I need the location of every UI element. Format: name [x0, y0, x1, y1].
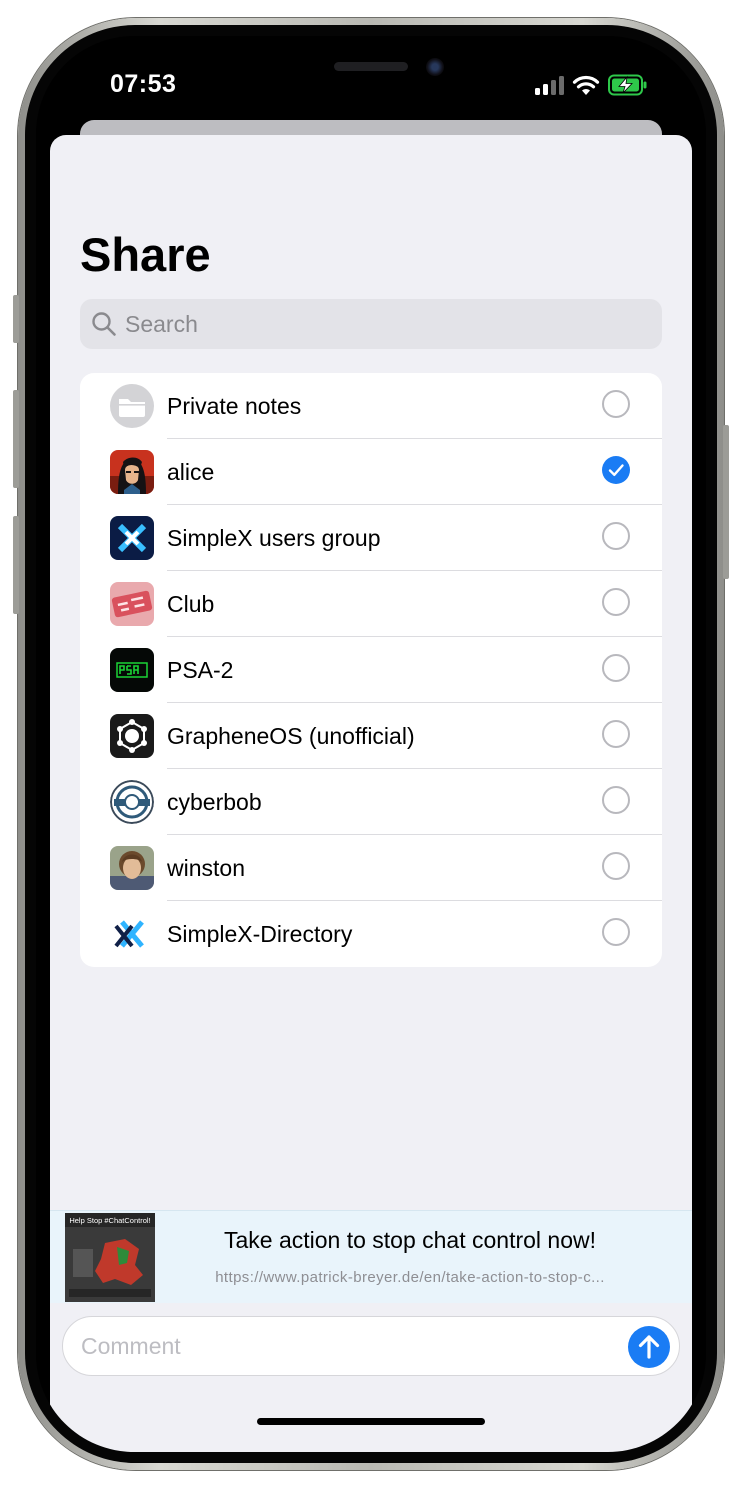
status-time: 07:53 — [110, 70, 177, 98]
list-item-label: winston — [167, 855, 245, 881]
select-radio[interactable] — [602, 588, 630, 616]
list-item-label: SimpleX-Directory — [167, 921, 353, 947]
screen: 07:53 Share Search Private notes alice S… — [36, 36, 706, 1452]
home-indicator[interactable] — [257, 1418, 485, 1425]
checkmark-icon — [608, 464, 624, 476]
wifi-icon — [572, 75, 600, 95]
simplex-directory-avatar — [110, 912, 154, 956]
chat-list: Private notes alice SimpleX users group … — [80, 373, 662, 967]
simplex-group-avatar — [110, 516, 154, 560]
list-item-simplex-users-group[interactable]: SimpleX users group — [80, 505, 662, 571]
volume-down-button — [13, 516, 19, 614]
comment-bar — [62, 1316, 680, 1376]
select-radio[interactable] — [602, 786, 630, 814]
search-icon — [92, 312, 116, 336]
list-item-private-notes[interactable]: Private notes — [80, 373, 662, 439]
select-radio[interactable] — [602, 654, 630, 682]
comment-input[interactable] — [81, 1331, 601, 1361]
battery-charging-icon — [608, 74, 647, 96]
winston-avatar — [110, 846, 154, 890]
power-button — [723, 425, 729, 579]
select-radio[interactable] — [602, 522, 630, 550]
mute-switch — [13, 295, 19, 343]
status-icons — [534, 74, 648, 96]
list-item-label: GrapheneOS (unofficial) — [167, 723, 415, 749]
send-button[interactable] — [628, 1326, 670, 1368]
front-camera — [426, 58, 444, 76]
link-preview-url[interactable]: https://www.patrick-breyer.de/en/take-ac… — [180, 1269, 640, 1286]
list-item-label: Club — [167, 591, 215, 617]
list-item-grapheneos[interactable]: GrapheneOS (unofficial) — [80, 703, 662, 769]
search-input[interactable] — [125, 310, 645, 338]
psa-avatar — [110, 648, 154, 692]
alice-avatar — [110, 450, 154, 494]
link-preview-title: Take action to stop chat control now! — [223, 1227, 597, 1253]
list-item-cyberbob[interactable]: cyberbob — [80, 769, 662, 835]
list-item-club[interactable]: Club — [80, 571, 662, 637]
list-item-label: alice — [167, 459, 215, 485]
list-item-psa-2[interactable]: PSA-2 — [80, 637, 662, 703]
list-item-label: PSA-2 — [167, 657, 234, 683]
search-bar[interactable] — [80, 299, 662, 349]
arrow-up-icon — [638, 1335, 660, 1359]
select-radio[interactable] — [602, 390, 630, 418]
list-item-label: cyberbob — [167, 789, 262, 815]
link-preview: Help Stop #ChatControl! Take action to s… — [50, 1210, 692, 1303]
selected-checkmark[interactable] — [602, 456, 630, 484]
link-preview-image-text: Help Stop #ChatControl! — [69, 1216, 150, 1225]
select-radio[interactable] — [602, 852, 630, 880]
list-item-label: SimpleX users group — [167, 525, 381, 551]
earpiece-speaker — [334, 62, 408, 71]
list-item-simplex-directory[interactable]: SimpleX-Directory — [80, 901, 662, 967]
share-sheet: Share Private notes — [50, 135, 692, 1452]
select-radio[interactable] — [602, 720, 630, 748]
list-item-label: Private notes — [167, 393, 302, 419]
grapheneos-avatar — [110, 714, 154, 758]
folder-icon — [110, 384, 154, 428]
cyberbob-avatar — [110, 780, 154, 824]
select-radio[interactable] — [602, 918, 630, 946]
club-avatar — [110, 582, 154, 626]
volume-up-button — [13, 390, 19, 488]
page-title: Share — [80, 228, 211, 281]
cellular-signal-icon — [535, 76, 564, 95]
list-item-alice[interactable]: alice — [80, 439, 662, 505]
list-item-winston[interactable]: winston — [80, 835, 662, 901]
link-preview-image: Help Stop #ChatControl! — [65, 1213, 155, 1302]
